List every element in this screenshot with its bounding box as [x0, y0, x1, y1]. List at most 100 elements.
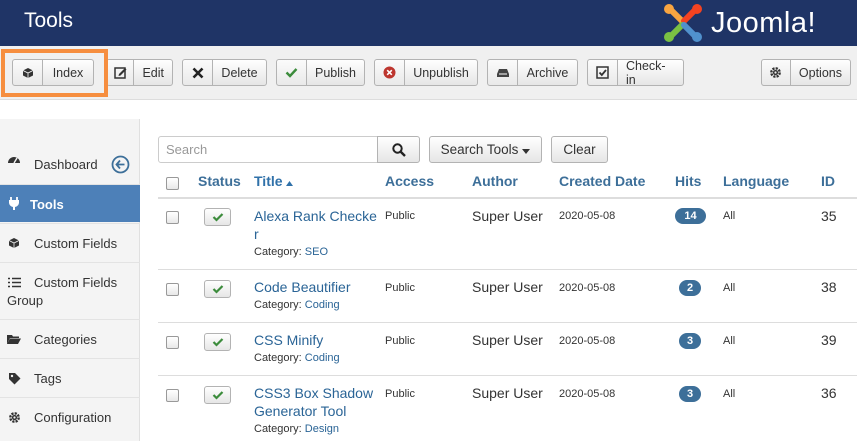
checkin-button[interactable]: Check-in	[587, 58, 684, 87]
access-level: Public	[385, 210, 415, 222]
published-toggle[interactable]	[204, 386, 231, 404]
search-tools-button[interactable]: Search Tools	[429, 136, 542, 163]
search-button[interactable]	[377, 136, 420, 163]
created-date: 2020-05-08	[559, 335, 616, 347]
cube-icon	[7, 236, 21, 250]
check-icon	[212, 338, 223, 347]
column-header-language[interactable]: Language	[723, 173, 789, 189]
sidebar-item-dashboard[interactable]: Dashboard	[0, 139, 140, 179]
check-icon	[212, 285, 223, 294]
column-header-status[interactable]: Status	[198, 173, 241, 189]
options-button[interactable]: Options	[761, 59, 851, 86]
toolbar: Index Edit Delete Publish Unpublish Arch…	[0, 46, 857, 100]
sidebar: Dashboard Tools Custom Fields Custom Fie…	[0, 119, 140, 441]
column-header-id[interactable]: ID	[821, 173, 835, 189]
delete-button[interactable]: Delete	[182, 59, 267, 86]
column-header-title-label: Title	[254, 173, 283, 189]
sidebar-item-label: Custom Fields	[34, 275, 118, 290]
language: All	[723, 335, 736, 347]
sidebar-item-label: Tools	[30, 197, 64, 212]
index-button-highlight	[1, 49, 108, 97]
check-icon	[212, 213, 223, 222]
created-date: 2020-05-08	[559, 388, 616, 400]
edit-button[interactable]: Edit	[106, 59, 173, 86]
sidebar-item-custom-fields-group[interactable]: Custom Fields Group	[0, 262, 140, 319]
delete-icon	[183, 60, 213, 85]
author-name: Super User	[472, 208, 543, 224]
dashboard-icon	[7, 152, 21, 166]
row-checkbox[interactable]	[166, 283, 179, 296]
column-header-access[interactable]: Access	[385, 173, 434, 189]
column-header-created-date[interactable]: Created Date	[559, 173, 645, 189]
category-link[interactable]: Coding	[305, 352, 340, 364]
author-name: Super User	[472, 332, 543, 348]
search-icon	[391, 142, 406, 157]
search-input[interactable]	[158, 136, 378, 163]
sidebar-item-configuration[interactable]: Configuration	[0, 397, 140, 437]
check-icon	[212, 391, 223, 400]
category-line: Category: Coding	[254, 299, 340, 311]
tool-title-link[interactable]: Code Beautifier	[254, 278, 351, 296]
created-date: 2020-05-08	[559, 282, 616, 294]
column-header-author[interactable]: Author	[472, 173, 518, 189]
row-id: 38	[821, 279, 837, 295]
publish-button-label: Publish	[315, 65, 356, 80]
edit-button-label: Edit	[142, 65, 164, 80]
author-name: Super User	[472, 279, 543, 295]
language: All	[723, 282, 736, 294]
checkin-button-label: Check-in	[626, 58, 666, 87]
sidebar-item-categories[interactable]: Categories	[0, 319, 140, 358]
clear-button[interactable]: Clear	[551, 136, 608, 163]
tool-title-link[interactable]: CSS3 Box Shadow	[254, 384, 373, 402]
gear-icon	[7, 410, 21, 424]
category-label: Category:	[254, 352, 302, 364]
published-toggle[interactable]	[204, 208, 231, 226]
sidebar-item-label-line2: Group	[7, 293, 44, 308]
hits-badge: 2	[679, 280, 701, 296]
edit-icon	[107, 60, 135, 85]
clear-label: Clear	[563, 142, 596, 157]
row-id: 39	[821, 332, 837, 348]
access-level: Public	[385, 335, 415, 347]
row-checkbox[interactable]	[166, 211, 179, 224]
tool-title-link-line2[interactable]: r	[254, 225, 259, 243]
tool-title-link[interactable]: CSS Minify	[254, 331, 323, 349]
unpublish-button[interactable]: Unpublish	[374, 59, 478, 86]
language: All	[723, 388, 736, 400]
archive-button[interactable]: Archive	[487, 59, 578, 86]
hits-badge: 3	[679, 333, 701, 349]
options-button-label: Options	[798, 65, 842, 80]
row-divider	[158, 322, 857, 323]
collapse-sidebar-icon[interactable]	[111, 155, 130, 177]
caret-down-icon	[522, 142, 531, 157]
sidebar-item-label: Categories	[34, 332, 97, 347]
sidebar-item-tags[interactable]: Tags	[0, 358, 140, 397]
category-link[interactable]: Coding	[305, 299, 340, 311]
sort-asc-icon	[286, 173, 294, 189]
column-header-title[interactable]: Title	[254, 173, 294, 189]
hits-badge: 3	[679, 386, 701, 402]
category-label: Category:	[254, 299, 302, 311]
category-line: Category: Coding	[254, 352, 340, 364]
row-checkbox[interactable]	[166, 336, 179, 349]
select-all-checkbox[interactable]	[166, 177, 179, 190]
sidebar-item-label: Custom Fields	[34, 236, 118, 251]
sidebar-item-custom-fields[interactable]: Custom Fields	[0, 223, 140, 262]
row-checkbox[interactable]	[166, 389, 179, 402]
published-toggle[interactable]	[204, 333, 231, 351]
sidebar-item-tools[interactable]: Tools	[0, 184, 140, 222]
category-link[interactable]: SEO	[305, 246, 328, 258]
publish-button[interactable]: Publish	[276, 59, 365, 86]
category-link[interactable]: Design	[305, 423, 339, 435]
published-toggle[interactable]	[204, 280, 231, 298]
tool-title-link-line2[interactable]: Generator Tool	[254, 402, 346, 420]
column-header-hits[interactable]: Hits	[675, 173, 701, 189]
author-name: Super User	[472, 385, 543, 401]
check-icon	[277, 60, 307, 85]
joomla-logo[interactable]: Joomla!	[660, 3, 816, 43]
unpublish-button-label: Unpublish	[413, 65, 469, 80]
list-icon	[7, 275, 21, 289]
tool-title-link[interactable]: Alexa Rank Checke	[254, 207, 377, 225]
category-line: Category: SEO	[254, 246, 328, 258]
search-tools-label: Search Tools	[440, 142, 519, 157]
